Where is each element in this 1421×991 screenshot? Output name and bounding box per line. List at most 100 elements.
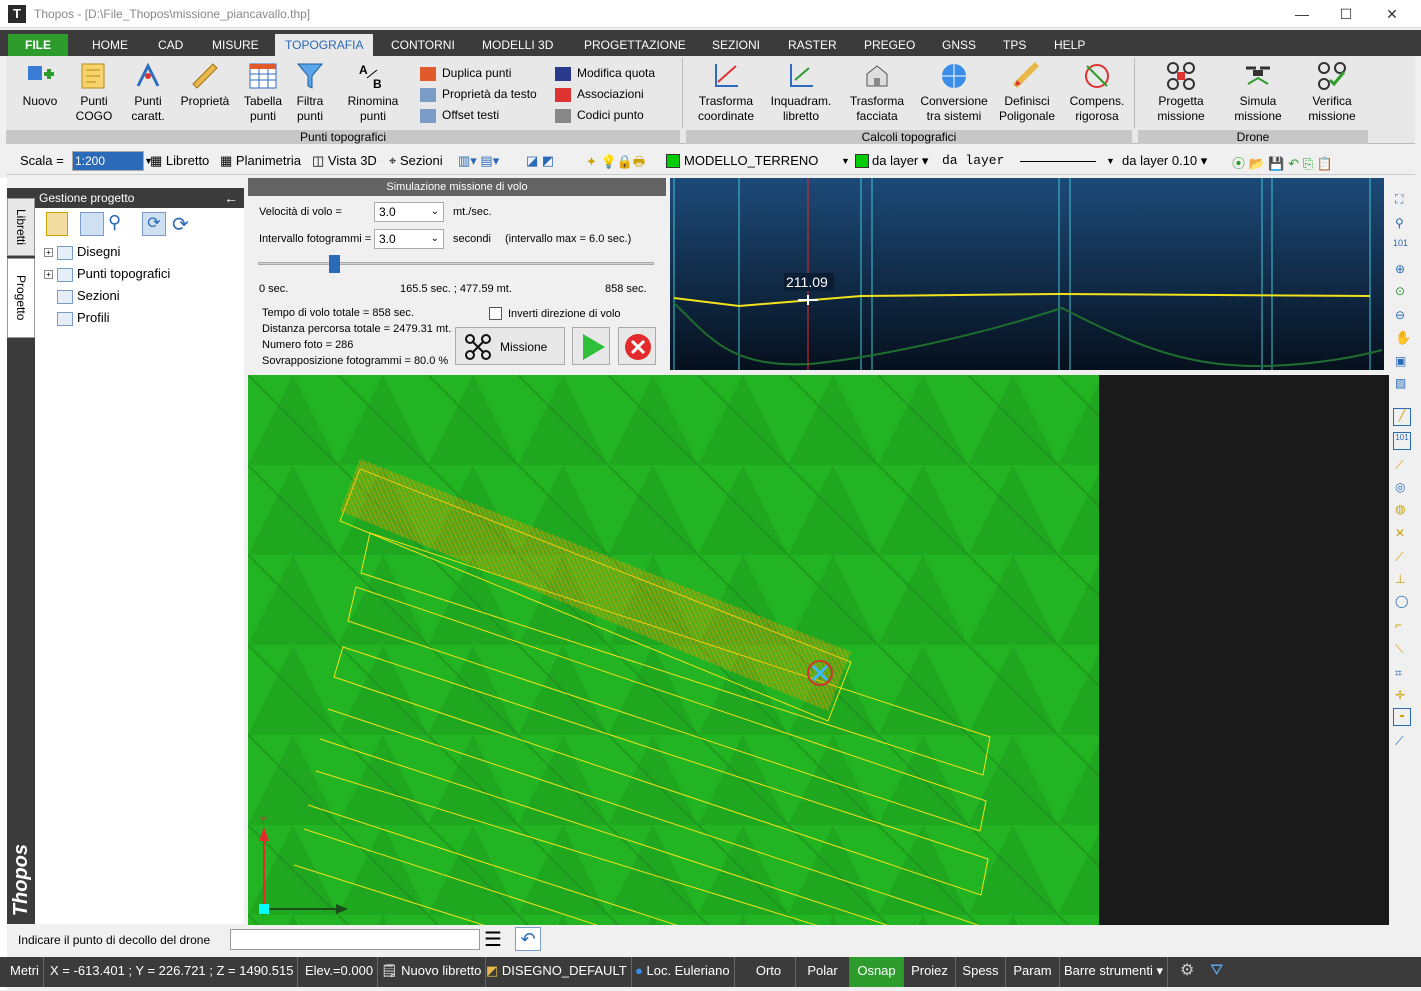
zoom-window-icon[interactable]: ⚲ bbox=[1395, 216, 1404, 230]
zoom-in-icon[interactable]: ⊕ bbox=[1395, 262, 1405, 276]
planimetria-button[interactable]: ▦ Planimetria bbox=[220, 153, 301, 169]
tab-libretti[interactable]: Libretti bbox=[7, 198, 35, 256]
tree-item-profili[interactable]: Profili bbox=[57, 310, 110, 326]
tab-sezioni[interactable]: SEZIONI bbox=[702, 34, 770, 56]
zoom-point-icon[interactable]: ⊙ bbox=[1395, 284, 1405, 298]
map-canvas[interactable]: Y bbox=[248, 375, 1099, 925]
nuovo-button[interactable]: Nuovo bbox=[16, 60, 64, 109]
toolbar-misc-icon[interactable]: ⦿ 📂 💾 ↶ ⎘ 📋 bbox=[1232, 153, 1333, 172]
zoom-extent-icon[interactable]: ⛶ bbox=[1395, 192, 1403, 207]
time-slider-thumb[interactable] bbox=[329, 255, 341, 273]
snap-center-icon[interactable]: ◎ bbox=[1395, 480, 1405, 494]
tab-topografia[interactable]: TOPOGRAFIA bbox=[275, 34, 374, 56]
associazioni-button[interactable]: Associazioni bbox=[555, 85, 644, 103]
tab-contorni[interactable]: CONTORNI bbox=[381, 34, 465, 56]
close-button[interactable]: ✕ bbox=[1369, 4, 1415, 24]
snap-line-icon[interactable]: ╱ bbox=[1393, 408, 1411, 426]
sezioni-button[interactable]: ⌖ Sezioni bbox=[389, 153, 443, 169]
tab-help[interactable]: HELP bbox=[1044, 34, 1095, 56]
speed-select[interactable]: 3.0 ⌄ bbox=[374, 202, 444, 222]
tab-home[interactable]: HOME bbox=[82, 34, 138, 56]
punti-caratt-button[interactable]: Punti caratt. bbox=[124, 60, 172, 124]
snap-quadrant-icon[interactable]: ◍ bbox=[1395, 502, 1405, 516]
proprieta-da-testo-button[interactable]: Proprietà da testo bbox=[420, 85, 537, 103]
expand-icon[interactable]: + bbox=[44, 248, 53, 258]
snap-end-icon[interactable]: ⟋ bbox=[1395, 458, 1403, 473]
status-nuovo-libretto[interactable]: 🗒 Nuovo libretto bbox=[377, 957, 487, 987]
tab-tps[interactable]: TPS bbox=[993, 34, 1036, 56]
color-combo[interactable]: da layer ▾ bbox=[872, 153, 928, 169]
arrow-left-icon[interactable]: ← bbox=[224, 188, 238, 208]
conversione-sistemi-button[interactable]: Conversione tra sistemi bbox=[914, 60, 994, 124]
layout-icon[interactable]: ▥▾ ▤▾ bbox=[458, 153, 499, 169]
vista-3d-button[interactable]: ◫ Vista 3D bbox=[312, 153, 377, 169]
compens-rigorosa-button[interactable]: Compens. rigorosa bbox=[1066, 60, 1128, 124]
lineweight-combo[interactable]: da layer 0.10 ▾ bbox=[1122, 153, 1207, 169]
snap-tangent-icon[interactable]: ◯ bbox=[1395, 594, 1408, 608]
tab-progettazione[interactable]: PROGETTAZIONE bbox=[574, 34, 696, 56]
zoom-101-icon[interactable]: 101 bbox=[1393, 238, 1408, 248]
tab-gnss[interactable]: GNSS bbox=[932, 34, 986, 56]
missione-button[interactable]: Missione bbox=[455, 327, 565, 365]
status-osnap[interactable]: Osnap bbox=[850, 957, 904, 987]
invert-checkbox[interactable] bbox=[489, 307, 502, 320]
chevron-down-icon[interactable]: ▼ bbox=[841, 156, 850, 166]
status-proiez[interactable]: Proiez bbox=[904, 957, 956, 987]
codici-punto-button[interactable]: Codici punto bbox=[555, 106, 644, 124]
snap-intersection-icon[interactable]: ✕ bbox=[1395, 526, 1405, 540]
tabella-punti-button[interactable]: Tabella punti bbox=[238, 60, 288, 124]
duplica-punti-button[interactable]: Duplica punti bbox=[420, 64, 511, 82]
filter-icon[interactable]: ⛛ bbox=[1206, 957, 1227, 987]
snap-perp-icon[interactable]: ⊥ bbox=[1395, 572, 1405, 586]
scala-combo[interactable]: 1:200 ▼ bbox=[72, 151, 153, 171]
libretto-button[interactable]: ▦ Libretto bbox=[150, 153, 209, 169]
tree-item-punti[interactable]: + Punti topografici bbox=[44, 266, 170, 282]
inquadram-libretto-button[interactable]: Inquadram. libretto bbox=[766, 60, 836, 124]
stop-button[interactable] bbox=[618, 327, 656, 365]
trasforma-facciata-button[interactable]: Trasforma facciata bbox=[842, 60, 912, 124]
proprieta-button[interactable]: Proprietà bbox=[178, 60, 232, 109]
tab-progetto[interactable]: Progetto bbox=[7, 258, 35, 338]
command-input[interactable] bbox=[230, 929, 480, 950]
play-button[interactable] bbox=[572, 327, 610, 365]
offset-testi-button[interactable]: Offset testi bbox=[420, 106, 499, 124]
interval-select[interactable]: 3.0 ⌄ bbox=[374, 229, 444, 249]
search-icon[interactable]: ⚲ bbox=[108, 212, 121, 233]
snap-parallel-icon[interactable]: ⟍ bbox=[1395, 642, 1403, 657]
expand-icon[interactable]: + bbox=[44, 270, 53, 280]
select-icon[interactable] bbox=[80, 212, 104, 236]
tab-modelli-3d[interactable]: MODELLI 3D bbox=[472, 34, 563, 56]
snap-clear-icon[interactable]: ⟋ bbox=[1395, 734, 1403, 749]
status-spess[interactable]: Spess bbox=[956, 957, 1006, 987]
maximize-button[interactable]: ☐ bbox=[1323, 4, 1369, 24]
layer-combo[interactable]: MODELLO_TERRENO bbox=[684, 153, 818, 168]
modifica-quota-button[interactable]: Modifica quota bbox=[555, 64, 655, 82]
status-param[interactable]: Param bbox=[1006, 957, 1060, 987]
definisci-poligonale-button[interactable]: Definisci Poligonale bbox=[996, 60, 1058, 124]
tab-cad[interactable]: CAD bbox=[148, 34, 193, 56]
status-barre[interactable]: Barre strumenti ▾ bbox=[1060, 957, 1169, 987]
minimize-button[interactable]: — bbox=[1279, 4, 1325, 24]
zoom-out-icon[interactable]: ⊖ bbox=[1395, 308, 1405, 322]
layers-icon[interactable]: ◪ ◩ bbox=[526, 153, 554, 169]
time-slider-track[interactable] bbox=[258, 262, 654, 265]
image-icon[interactable]: ▨ bbox=[1395, 376, 1406, 390]
chevron-down-icon[interactable]: ▼ bbox=[1106, 156, 1115, 166]
tab-raster[interactable]: RASTER bbox=[778, 34, 847, 56]
tree-item-disegni[interactable]: + Disegni bbox=[44, 244, 120, 260]
filtra-punti-button[interactable]: Filtra punti bbox=[288, 60, 332, 124]
status-loc[interactable]: ● Loc. Euleriano bbox=[631, 957, 735, 987]
altitude-profile-view[interactable]: 211.09 bbox=[670, 178, 1384, 370]
list-icon[interactable]: ☰ bbox=[484, 927, 502, 952]
simula-missione-button[interactable]: Simula missione bbox=[1226, 60, 1290, 124]
snap-mode-icon[interactable]: ◒ bbox=[1393, 708, 1411, 726]
status-units[interactable]: Metri bbox=[6, 957, 44, 987]
edit-project-icon[interactable] bbox=[46, 212, 68, 236]
snap-101-icon[interactable]: 101 bbox=[1393, 432, 1411, 450]
punti-cogo-button[interactable]: Punti COGO bbox=[70, 60, 118, 124]
snap-extension-icon[interactable]: ⟋ bbox=[1395, 550, 1403, 565]
status-orto[interactable]: Orto bbox=[742, 957, 796, 987]
pan-hand-icon[interactable]: ✋ bbox=[1395, 330, 1411, 346]
settings-icon[interactable]: ⚙ bbox=[1176, 957, 1198, 987]
status-polar[interactable]: Polar bbox=[796, 957, 850, 987]
